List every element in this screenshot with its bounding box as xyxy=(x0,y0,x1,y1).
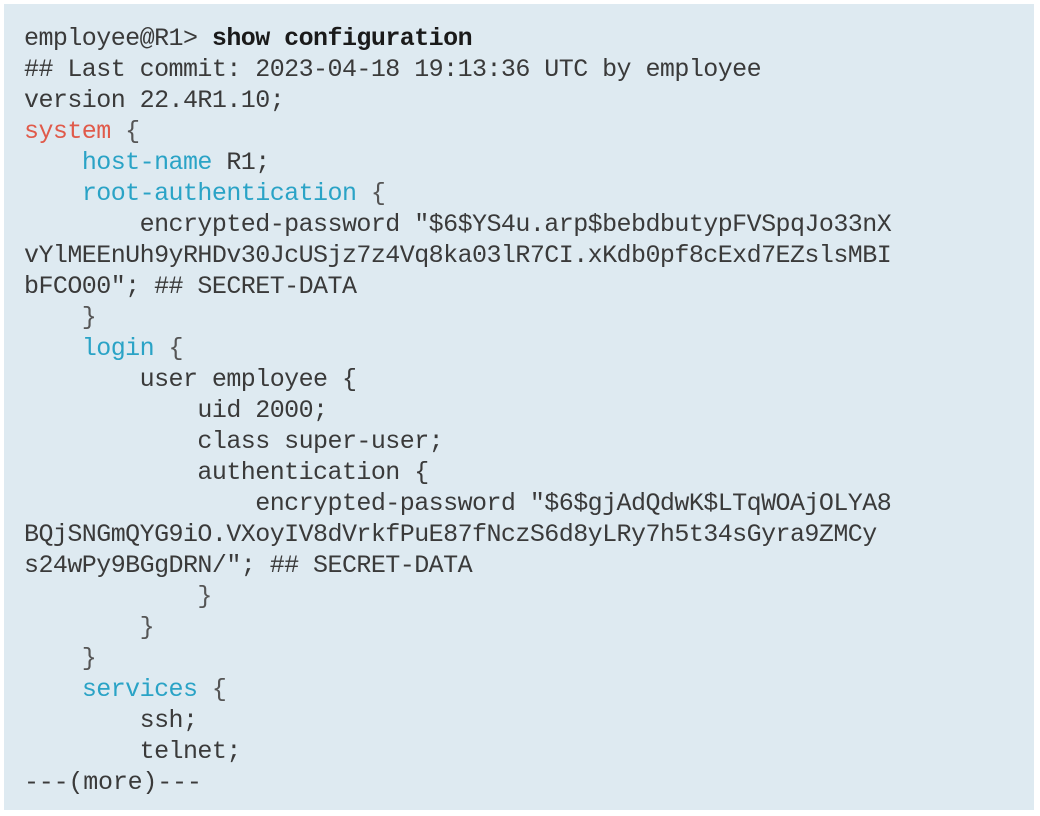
system-keyword: system xyxy=(24,117,111,146)
services-keyword: services xyxy=(81,675,198,704)
system-block-open: system { xyxy=(24,117,140,146)
login-keyword: login xyxy=(81,334,155,363)
command-text: show configuration xyxy=(211,24,473,53)
user-password-cont-2: s24wPy9BGgDRN/"; ## SECRET-DATA xyxy=(24,551,473,580)
host-name-value: R1; xyxy=(211,148,270,177)
root-password-cont-2: bFCO00"; ## SECRET-DATA xyxy=(24,272,357,301)
user-line: user employee { xyxy=(24,365,357,394)
uid-line: uid 2000; xyxy=(24,396,328,425)
host-name-line: host-name R1; xyxy=(24,147,1034,178)
ssh-line: ssh; xyxy=(24,706,198,735)
user-password-line: encrypted-password "$6$gjAdQdwK$LTqWOAjO… xyxy=(24,489,892,518)
command-line: employee@R1> show configuration xyxy=(24,23,1034,54)
user-close: } xyxy=(24,613,155,642)
telnet-line: telnet; xyxy=(24,737,242,766)
authentication-close: } xyxy=(24,582,212,611)
authentication-line: authentication { xyxy=(24,458,429,487)
root-authentication-open: root-authentication { xyxy=(81,179,386,208)
version-line: version 22.4R1.10; xyxy=(24,86,285,115)
login-block-open: login { xyxy=(81,334,184,363)
root-password-line: encrypted-password "$6$YS4u.arp$bebdbuty… xyxy=(24,210,892,239)
more-prompt[interactable]: ---(more)--- xyxy=(24,767,1034,798)
services-block-open: services { xyxy=(81,675,227,704)
prompt: employee@R1> xyxy=(24,24,212,53)
root-password-cont-1: vYlMEEnUh9yRHDv30JcUSjz7z4Vq8ka03lR7CI.x… xyxy=(24,241,892,270)
last-commit-line: ## Last commit: 2023-04-18 19:13:36 UTC … xyxy=(24,55,762,84)
terminal-output[interactable]: employee@R1> show configuration ## Last … xyxy=(4,4,1034,810)
host-name-keyword: host-name xyxy=(81,148,213,177)
class-line: class super-user; xyxy=(24,427,444,456)
root-authentication-close: } xyxy=(24,303,97,332)
user-password-cont-1: BQjSNGmQYG9iO.VXoyIV8dVrkfPuE87fNczS6d8y… xyxy=(24,520,877,549)
root-authentication-keyword: root-authentication xyxy=(81,179,357,208)
login-close: } xyxy=(24,644,97,673)
